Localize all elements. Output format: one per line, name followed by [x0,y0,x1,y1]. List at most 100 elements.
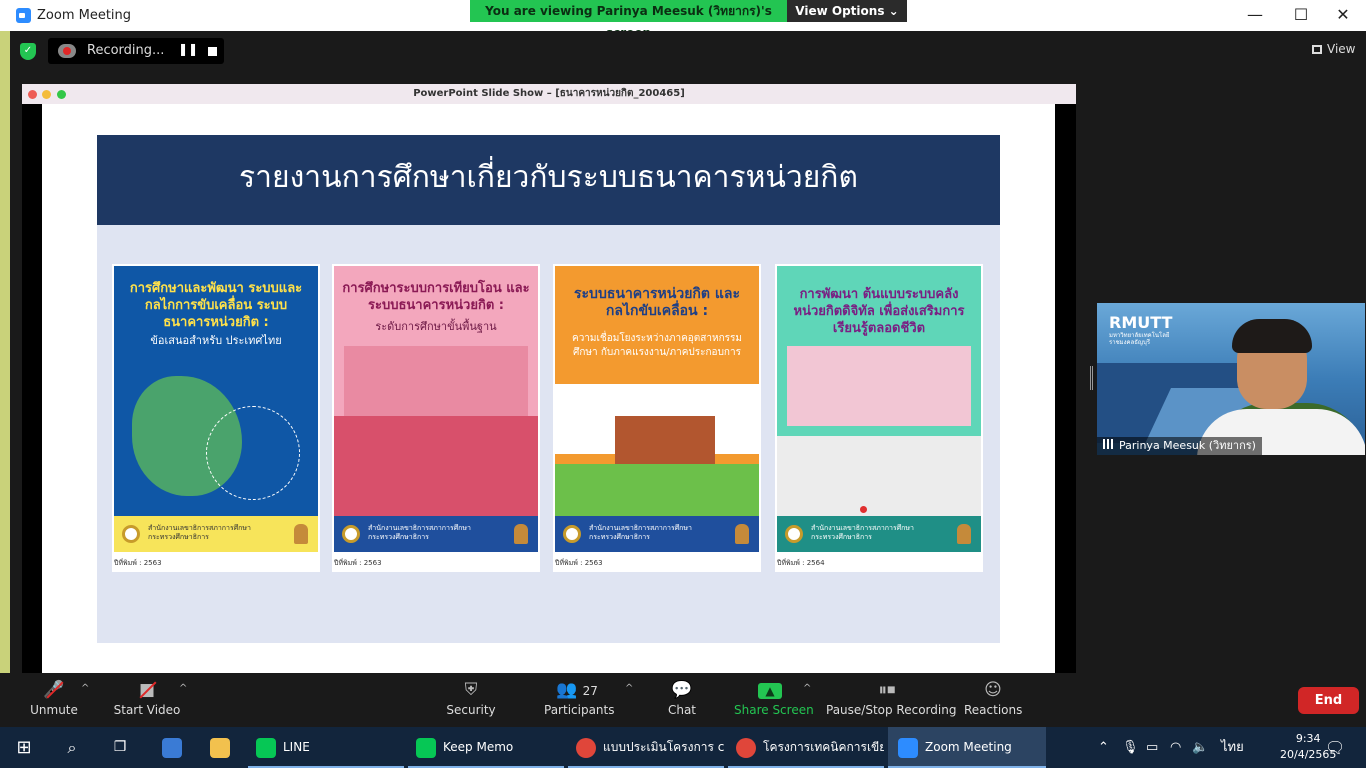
onec-seal-icon [563,525,581,543]
participant-name: Parinya Meesuk (วิทยากร) [1119,439,1256,452]
stop-recording-icon[interactable] [208,47,217,56]
report-title: การศึกษาระบบการเทียบโอน และระบบธนาคารหน่… [342,281,530,313]
rmutt-logo: RMUTT มหาวิทยาลัยเทคโนโลยีราชมงคลธัญบุรี [1109,313,1177,346]
onec-seal-icon [785,525,803,543]
taskbar-app-chrome-2[interactable]: โครงการเทคนิคการเขีย... [728,727,884,768]
battery-icon[interactable]: ▭ [1146,727,1158,768]
chat-icon: 💬 [671,680,693,700]
unmute-button[interactable]: 🎤 Unmute [26,673,82,727]
input-language[interactable]: ไทย [1221,727,1244,768]
report-year: ปีที่พิมพ์ : 2563 [555,559,603,567]
share-screen-button[interactable]: ▲ Share Screen [734,673,814,727]
zoom-icon [898,737,918,758]
window-edge [0,31,10,727]
logo-subtext: มหาวิทยาลัยเทคโนโลยีราชมงคลธัญบุรี [1109,332,1170,346]
network-manager-icon[interactable] [150,727,194,768]
recording-indicator: Recording... ❚❚ [48,38,224,64]
school-building [615,416,715,466]
speaker-hair [1232,319,1312,353]
microphone-tray-icon[interactable]: 🎙 [1122,727,1139,768]
share-screen-label: Share Screen [734,703,814,717]
mac-minimize-dot [42,90,51,99]
participant-video[interactable]: RMUTT มหาวิทยาลัยเทคโนโลยีราชมงคลธัญบุรี … [1097,303,1365,455]
participants-chevron-icon[interactable]: ^ [625,683,633,694]
security-button[interactable]: ⛨ Security [444,673,498,727]
network-ring [206,406,300,500]
window-title: Zoom Meeting [37,8,132,23]
ground [777,436,981,516]
close-button[interactable]: ✕ [1320,0,1366,31]
notifications-icon[interactable]: 🗨 [1325,727,1345,768]
video-options-chevron-icon[interactable]: ^ [179,683,187,694]
meeting-toolbar: 🎤 Unmute ^ ■ Start Video ^ ⛨ Security 👥 … [0,673,1366,727]
slide: รายงานการศึกษาเกี่ยวกับระบบธนาคารหน่วยกิ… [42,104,1055,674]
report-card: การศึกษาและพัฒนา ระบบและกลไกการขับเคลื่อ… [112,264,320,572]
pause-stop-icon: ⏸⏹ [878,680,896,700]
start-video-label: Start Video [113,703,181,717]
onec-seal-icon [122,525,140,543]
panel-splitter[interactable] [1090,366,1093,390]
signal-bars-icon [1103,439,1115,449]
taskbar-app-keep-memo[interactable]: Keep Memo [408,727,564,768]
audio-options-chevron-icon[interactable]: ^ [81,683,89,694]
report-card: การพัฒนา ต้นแบบระบบคลังหน่วยกิตดิจิทัล เ… [775,264,983,572]
ministry-seal-icon [735,524,749,544]
share-options-chevron-icon[interactable]: ^ [803,683,811,694]
share-screen-icon: ▲ [758,683,782,699]
taskbar-app-chrome-1[interactable]: แบบประเมินโครงการ cr... [568,727,724,768]
participants-label: Participants [544,703,615,717]
participants-button[interactable]: 👥 27 Participants [544,673,615,727]
smiley-plus-icon: ☺ [984,680,1002,700]
camera-off-icon: ■ [136,681,158,699]
report-year: ปีที่พิมพ์ : 2563 [334,559,382,567]
search-icon[interactable]: ⌕ [48,727,96,768]
taskbar-app-line[interactable]: LINE [248,727,404,768]
maximize-button[interactable]: ☐ [1278,0,1324,31]
report-footer: สำนักงานเลขาธิการสภาการศึกษา กระทรวงศึกษ… [555,516,759,552]
file-explorer-icon[interactable] [198,727,242,768]
windows-start-icon[interactable]: ⊞ [0,727,48,768]
taskbar-app-zoom[interactable]: Zoom Meeting [888,727,1046,768]
recording-label: Recording... [87,43,165,58]
chat-button[interactable]: 💬 Chat [662,673,702,727]
wifi-icon[interactable]: ◠ [1170,727,1181,768]
report-cover: การศึกษาและพัฒนา ระบบและกลไกการขับเคลื่อ… [114,266,318,552]
reactions-button[interactable]: ☺ Reactions [964,673,1022,727]
pause-stop-recording-label: Pause/Stop Recording [826,703,957,717]
cloud-record-icon [58,44,76,58]
taskbar-app-label: แบบประเมินโครงการ cr... [603,740,724,754]
city-skyline [787,346,971,426]
taskbar-app-label: Zoom Meeting [925,740,1012,754]
view-label: View [1327,42,1356,56]
pause-recording-icon[interactable]: ❚❚ [178,42,198,56]
line-icon [256,737,276,758]
report-year: ปีที่พิมพ์ : 2563 [114,559,162,567]
encryption-shield-icon[interactable]: ✓ [20,43,36,60]
ground [555,464,759,516]
report-cover: การพัฒนา ต้นแบบระบบคลังหน่วยกิตดิจิทัล เ… [777,266,981,552]
tray-chevron-icon[interactable]: ⌃ [1098,727,1109,768]
task-view-icon[interactable]: ❐ [96,727,144,768]
report-cover: ระบบธนาคารหน่วยกิต และกลไกขับเคลื่อน : ค… [555,266,759,552]
zoom-app: Zoom Meeting You are viewing Parinya Mee… [0,0,1366,768]
end-meeting-button[interactable]: End [1298,687,1359,714]
report-year: ปีที่พิมพ์ : 2564 [777,559,825,567]
volume-icon[interactable]: 🔈 [1192,727,1208,768]
taskbar-app-label: Keep Memo [443,740,514,754]
minimize-button[interactable]: — [1232,0,1278,31]
start-video-button[interactable]: ■ Start Video [112,673,182,727]
report-publisher: สำนักงานเลขาธิการสภาการศึกษา กระทรวงศึกษ… [589,524,692,541]
view-options-button[interactable]: View Options ⌄ [787,0,907,22]
taskbar-app-label: โครงการเทคนิคการเขีย... [763,740,884,754]
view-button[interactable]: View [1312,42,1355,56]
unmute-label: Unmute [30,703,78,717]
slide-title: รายงานการศึกษาเกี่ยวกับระบบธนาคารหน่วยกิ… [97,135,1000,225]
pause-stop-recording-button[interactable]: ⏸⏹ Pause/Stop Recording [826,673,957,727]
folder-glyph [210,737,230,758]
report-publisher: สำนักงานเลขาธิการสภาการศึกษา กระทรวงศึกษ… [148,524,251,541]
shared-screen: PowerPoint Slide Show – [ธนาคารหน่วยกิต_… [22,84,1076,674]
report-title: การศึกษาและพัฒนา ระบบและกลไกการขับเคลื่อ… [129,281,303,330]
security-shield-icon: ⛨ [464,680,478,700]
keep-memo-icon [416,737,436,758]
app-glyph [162,737,182,758]
